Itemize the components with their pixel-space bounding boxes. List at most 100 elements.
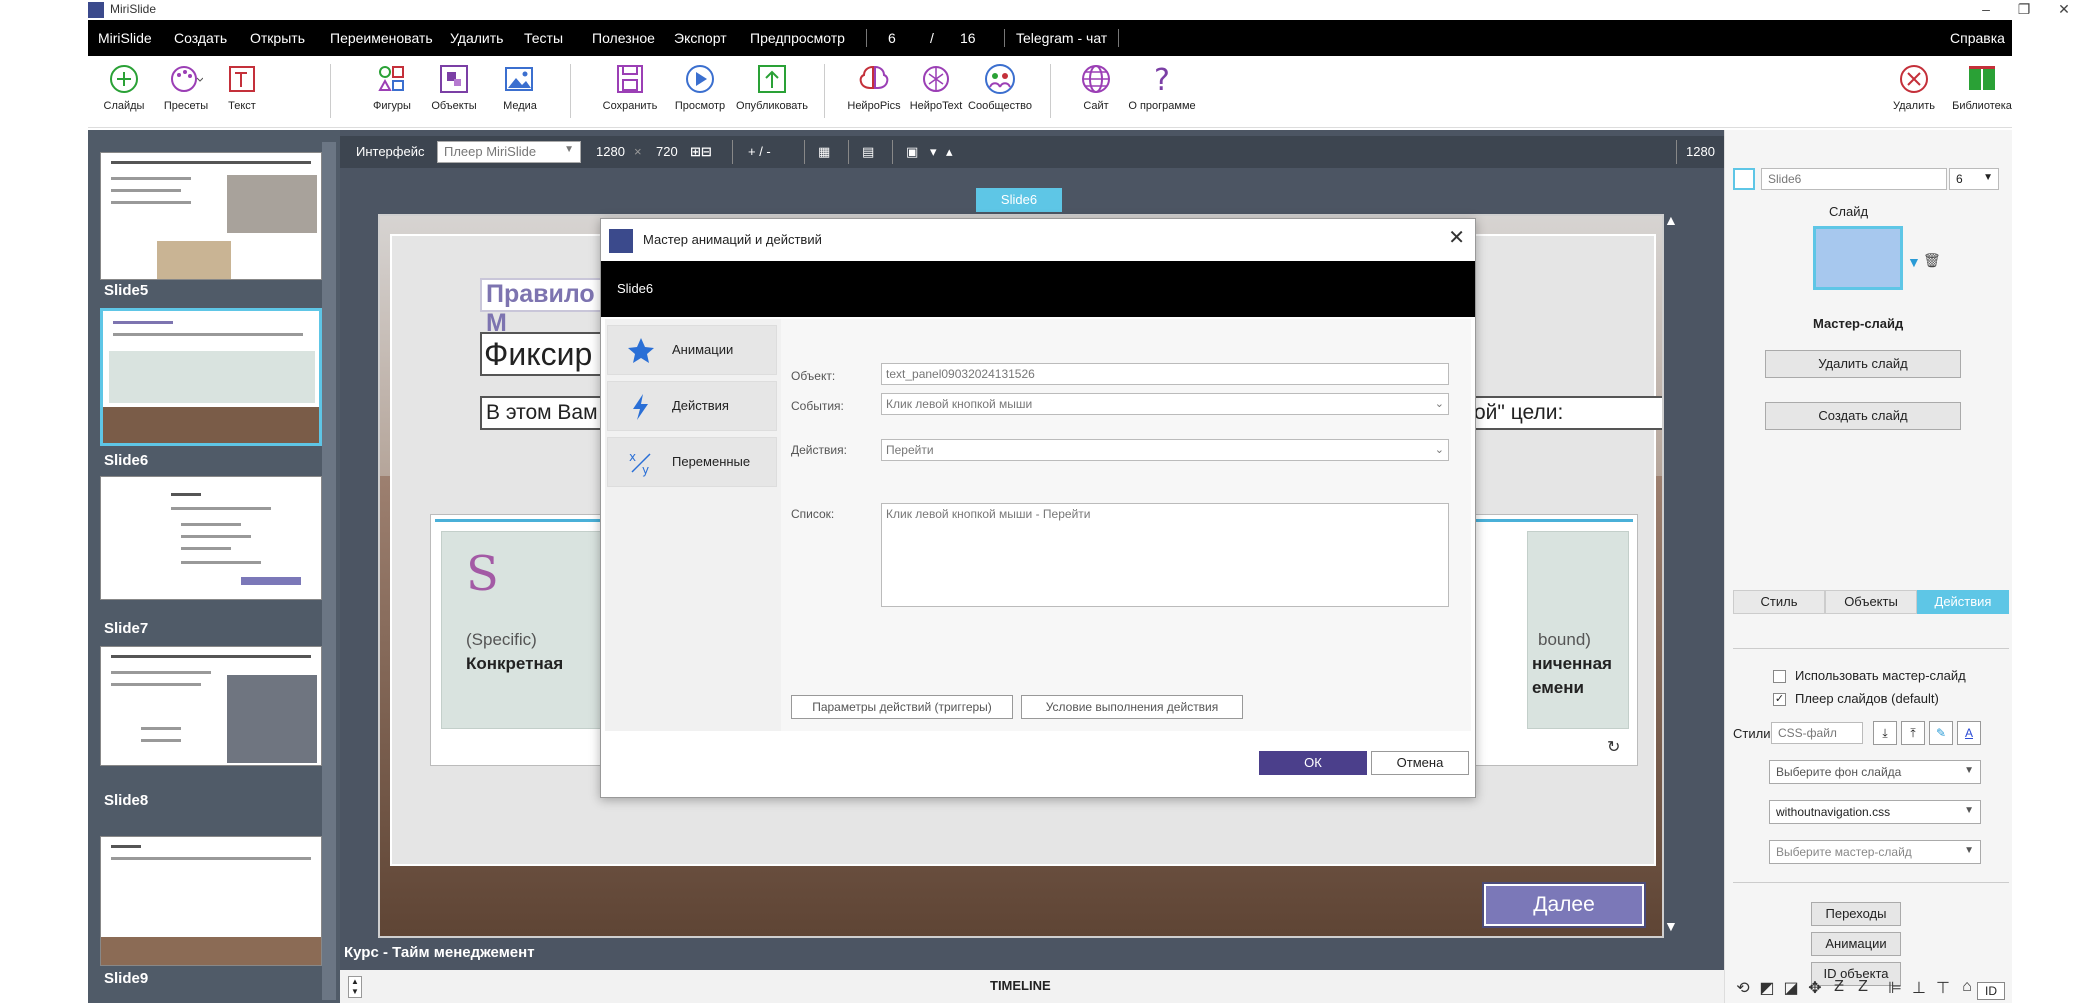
slide-tab[interactable]: Slide6 [976, 188, 1062, 212]
menu-item-export[interactable]: Экспорт [674, 30, 727, 46]
edit-style-icon[interactable]: ✎ [1929, 721, 1953, 745]
slide-text-box[interactable]: В этом Вам [480, 396, 604, 430]
objects-icon [440, 65, 468, 93]
css-file-input[interactable]: CSS-файл [1771, 722, 1863, 744]
save-button[interactable]: Сохранить [590, 62, 670, 112]
slide-thumbnail[interactable] [100, 476, 322, 600]
scroll-down-icon[interactable]: ▼ [1664, 918, 1678, 934]
cancel-button[interactable]: Отмена [1371, 751, 1469, 775]
align-left-icon[interactable]: ⊫ [1885, 978, 1905, 998]
menu-item-rename[interactable]: Переименовать [330, 30, 433, 46]
slides-scrollbar[interactable] [322, 142, 336, 1000]
actions-select[interactable]: Перейти ⌄ [881, 439, 1449, 461]
create-slide-button[interactable]: Создать слайд [1765, 402, 1961, 430]
events-select[interactable]: Клик левой кнопкой мыши ⌄ [881, 393, 1449, 415]
slide-thumbnail[interactable] [100, 836, 322, 966]
slide-preview-swatch[interactable] [1813, 226, 1903, 290]
layout-icon[interactable]: ▤ [862, 144, 874, 160]
id-badge[interactable]: ID [1977, 982, 2005, 1000]
ok-button[interactable]: ОК [1259, 751, 1367, 775]
rotate-icon[interactable]: ⟲ [1733, 978, 1753, 998]
layers-icon[interactable]: ▣ [906, 144, 918, 160]
master-slide-select[interactable]: Выберите мастер-слайд ▼ [1769, 840, 1981, 864]
chevron-down-icon[interactable]: ▼ [1907, 254, 1921, 270]
grid-icon[interactable]: ▦ [818, 144, 830, 160]
animations-button[interactable]: Анимации [1811, 932, 1901, 956]
chevron-down-icon[interactable]: ▾ [930, 144, 937, 160]
next-button[interactable]: Далее [1482, 882, 1646, 928]
menu-item-tests[interactable]: Тесты [524, 30, 563, 46]
slide-thumbnail[interactable] [100, 646, 322, 766]
refresh-icon[interactable]: ↻ [1607, 737, 1620, 757]
smart-card-t[interactable]: bound) ниченная емени [1527, 531, 1629, 729]
width-value[interactable]: 1280 [596, 144, 625, 159]
slide-thumbnail[interactable] [100, 152, 322, 280]
send-back-icon[interactable]: ◪ [1781, 978, 1801, 998]
slide-name-input[interactable]: Slide6 [1761, 168, 1947, 190]
toolbar-divider [330, 64, 331, 118]
timeline-stepper-icon[interactable]: ▲ ▼ [348, 976, 362, 998]
download-icon[interactable]: ⤓ [1873, 721, 1897, 745]
menu-item-create[interactable]: Создать [174, 30, 227, 46]
align-top-icon[interactable]: ⊤ [1933, 978, 1953, 998]
background-select[interactable]: Выберите фон слайда ▼ [1769, 760, 1981, 784]
z-up-icon[interactable]: Ƶ [1829, 978, 1849, 998]
action-condition-button[interactable]: Условие выполнения действия [1021, 695, 1243, 719]
hat-icon[interactable]: ⌂ [1957, 978, 1977, 998]
css-select[interactable]: withoutnavigation.css ▼ [1769, 800, 1981, 824]
slide-number-select[interactable]: 6 ▼ [1949, 168, 1999, 190]
menu-item-help[interactable]: Справка [1950, 30, 2005, 46]
delete-slide-button[interactable]: Удалить слайд [1765, 350, 1961, 378]
library-button[interactable]: Библиотека [1942, 62, 2022, 112]
maximize-icon[interactable]: ❐ [2004, 0, 2044, 20]
nav-animations[interactable]: Анимации [607, 325, 777, 375]
slide-text-box-right[interactable]: ой" цели: [1474, 396, 1662, 430]
actions-list[interactable]: Клик левой кнопкой мыши - Перейти [881, 503, 1449, 607]
scroll-up-icon[interactable]: ▲ [1664, 212, 1678, 228]
tab-actions[interactable]: Действия [1917, 590, 2009, 614]
publish-button[interactable]: Опубликовать [732, 62, 812, 112]
align-center-icon[interactable]: ⊥ [1909, 978, 1929, 998]
chevron-up-icon[interactable]: ▴ [946, 144, 953, 160]
slide-heading[interactable]: Правило М [480, 278, 620, 337]
transitions-button[interactable]: Переходы [1811, 902, 1901, 926]
menu-item-open[interactable]: Открыть [250, 30, 305, 46]
text-button[interactable]: Текст [202, 62, 282, 112]
tab-objects[interactable]: Объекты [1825, 590, 1917, 614]
nav-variables[interactable]: xy Переменные [607, 437, 777, 487]
tab-style[interactable]: Стиль [1733, 590, 1825, 614]
telegram-chat-link[interactable]: Telegram - чат [1016, 30, 1107, 46]
use-master-checkbox[interactable] [1773, 670, 1786, 683]
zoom-control[interactable]: + / - [748, 144, 771, 159]
resize-icon[interactable]: ⊞⊟ [690, 144, 712, 160]
close-window-icon[interactable]: ✕ [2044, 0, 2084, 20]
trash-icon[interactable]: 🗑 [1923, 252, 1941, 269]
upload-icon[interactable]: ⤒ [1901, 721, 1925, 745]
menu-item-useful[interactable]: Полезное [592, 30, 655, 46]
page-current[interactable]: 6 [888, 30, 896, 46]
slide-color-swatch[interactable] [1733, 168, 1755, 190]
minimize-icon[interactable]: – [1966, 0, 2006, 20]
about-button[interactable]: ? О программе [1122, 62, 1202, 112]
action-params-button[interactable]: Параметры действий (триггеры) [791, 695, 1013, 719]
z-down-icon[interactable]: Z [1853, 978, 1873, 998]
height-value[interactable]: 720 [656, 144, 678, 159]
move-icon[interactable]: ✥ [1805, 978, 1825, 998]
bring-front-icon[interactable]: ◩ [1757, 978, 1777, 998]
menu-item-mirislide[interactable]: MiriSlide [98, 30, 152, 46]
smart-card-s[interactable]: S (Specific) Конкретная [441, 531, 609, 729]
canvas-width-readout: 1280 [1686, 144, 1715, 159]
font-color-icon[interactable]: A [1957, 721, 1981, 745]
menu-item-delete[interactable]: Удалить [450, 30, 503, 46]
player-select[interactable]: Плеер MiriSlide ▼ [437, 141, 581, 163]
timeline-bar[interactable]: ▲ ▼ TIMELINE [340, 970, 1724, 1003]
nav-actions[interactable]: Действия [607, 381, 777, 431]
community-button[interactable]: Сообщество [960, 62, 1040, 112]
media-button[interactable]: Медиа [480, 62, 560, 112]
slide-thumbnail-selected[interactable] [100, 308, 322, 446]
menu-item-preview[interactable]: Предпросмотр [750, 30, 845, 46]
object-field[interactable]: text_panel09032024131526 [881, 363, 1449, 385]
close-icon[interactable]: ✕ [1448, 225, 1465, 250]
preview-button[interactable]: Просмотр [660, 62, 740, 112]
player-default-checkbox[interactable]: ✓ [1773, 693, 1786, 706]
